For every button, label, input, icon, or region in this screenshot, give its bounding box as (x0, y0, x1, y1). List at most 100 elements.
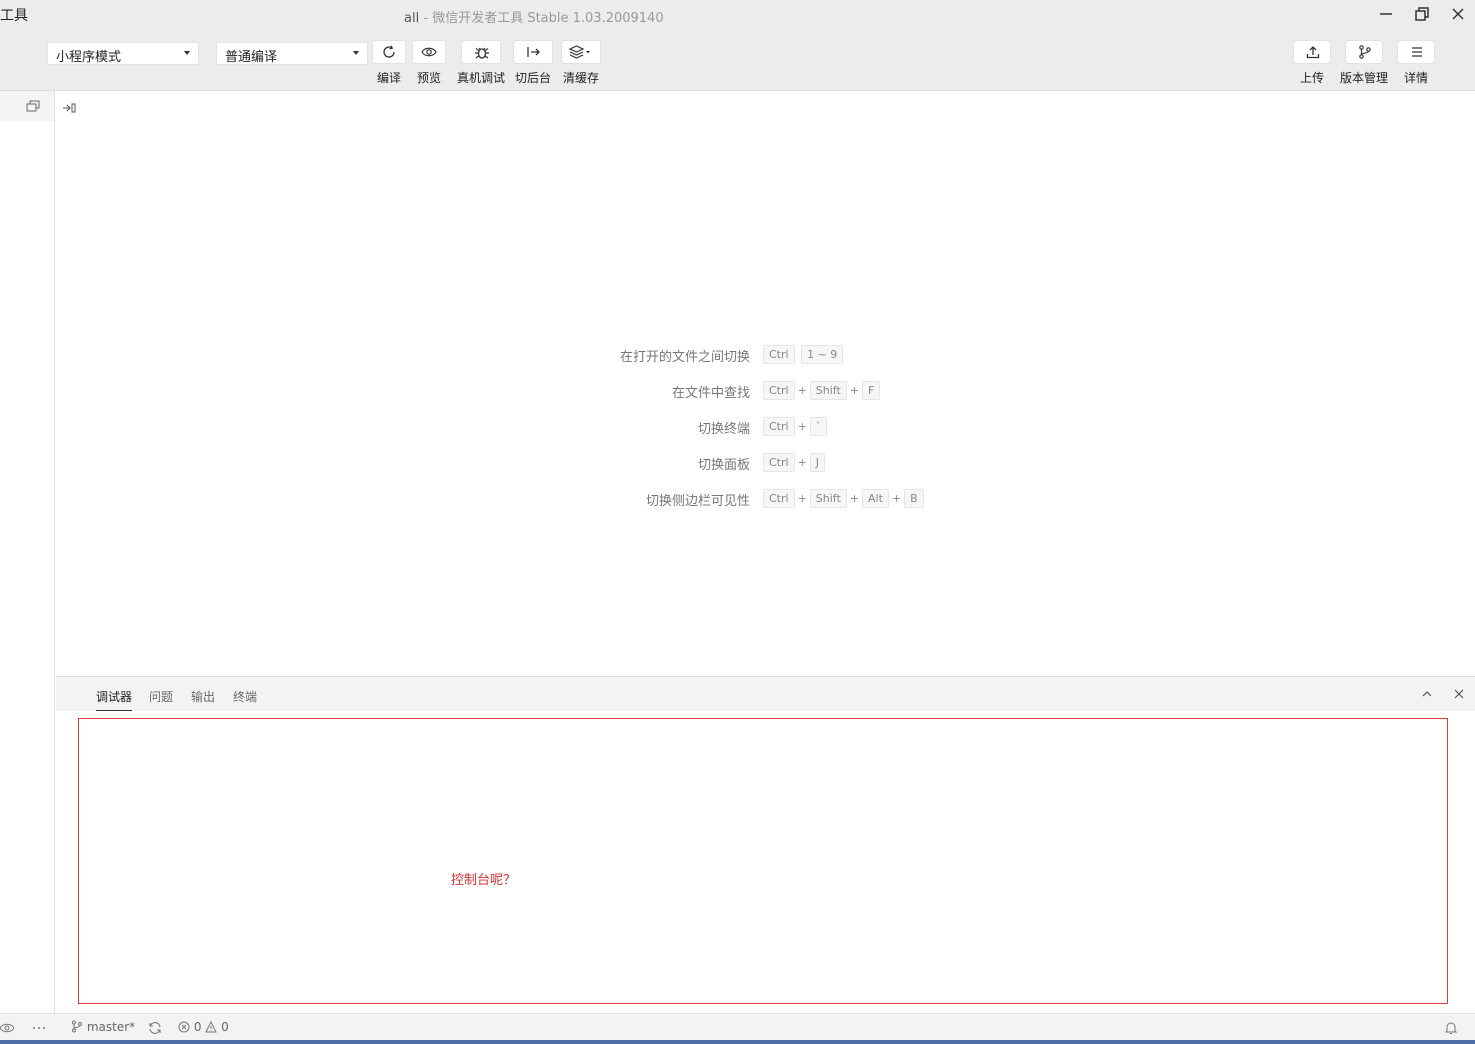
key-cap: Shift (809, 381, 847, 400)
key-cap: Ctrl (763, 381, 795, 400)
key-cap: 1 ~ 9 (801, 345, 844, 364)
chevron-down-icon (184, 51, 190, 55)
branch-indicator[interactable]: master* (71, 1020, 135, 1034)
chevron-down-icon (353, 51, 359, 55)
menu-icon (1412, 47, 1422, 57)
shortcut-row: 在文件中查找 Ctrl + Shift + F (560, 379, 980, 415)
shortcut-hints: 在打开的文件之间切换 Ctrl 1 ~ 9 在文件中查找 Ctrl + Shift +… (560, 343, 980, 523)
minimize-icon (1380, 13, 1392, 15)
mode-select-value: 小程序模式 (56, 50, 122, 65)
app-title: 微信开发者工具 Stable 1.03.2009140 (432, 11, 664, 26)
eye-icon[interactable] (0, 1022, 14, 1034)
warning-icon (205, 1020, 218, 1033)
shortcut-row: 在打开的文件之间切换 Ctrl 1 ~ 9 (560, 343, 980, 379)
activity-header (0, 91, 54, 121)
compile-select[interactable]: 普通编译 (216, 42, 368, 65)
warning-count: 0 (221, 1020, 229, 1034)
details-button[interactable]: 详情 (1388, 40, 1444, 86)
sync-icon[interactable] (148, 1021, 162, 1035)
close-icon (1452, 8, 1464, 20)
shortcut-keys: Ctrl + Shift + Alt + B (763, 489, 924, 508)
tab-terminal[interactable]: 终端 (233, 688, 257, 705)
show-sidebar-button[interactable] (62, 101, 78, 118)
tab-debugger[interactable]: 调试器 (96, 688, 133, 711)
more-icon[interactable] (32, 1026, 46, 1030)
key-cap: Alt (862, 489, 889, 508)
shortcut-label: 切换面板 (697, 458, 750, 473)
toolbar: 小程序模式 普通编译 编译 预览 真机调试 切后台 清缓存 上传 版本管理 详情 (0, 30, 1475, 91)
shortcut-keys: Ctrl 1 ~ 9 (763, 345, 844, 364)
key-plus: + (849, 384, 860, 397)
key-cap: J (809, 453, 826, 472)
status-bar: master* 0 0 (0, 1013, 1475, 1041)
git-branch-icon (1359, 45, 1371, 59)
preview-label: 预览 (416, 71, 441, 85)
upload-label: 上传 (1299, 71, 1324, 85)
clear-cache-button[interactable]: 清缓存 (553, 40, 609, 86)
tab-problems[interactable]: 问题 (149, 688, 173, 705)
window-title: all - 微信开发者工具 Stable 1.03.2009140 (404, 7, 664, 26)
key-cap: Ctrl (763, 489, 795, 508)
minimize-button[interactable] (1368, 0, 1404, 28)
key-cap: Ctrl (763, 453, 795, 472)
panel-header: 调试器 问题 输出 终端 (56, 676, 1475, 711)
close-panel-icon[interactable] (1452, 687, 1466, 701)
version-control-label: 版本管理 (1339, 71, 1388, 85)
upload-icon (1306, 46, 1320, 59)
shortcut-keys: Ctrl + Shift + F (763, 381, 881, 400)
shortcut-label: 切换终端 (697, 422, 750, 437)
bell-icon[interactable] (1445, 1021, 1457, 1035)
shortcut-keys: Ctrl + ` (763, 417, 828, 436)
window-toggle-icon[interactable] (26, 100, 40, 112)
mode-select[interactable]: 小程序模式 (47, 42, 199, 65)
expand-sidebar-icon (63, 103, 76, 113)
eye-icon (421, 47, 437, 57)
taskbar-edge (0, 1040, 1475, 1044)
restore-icon (1415, 7, 1429, 21)
key-cap: B (904, 489, 924, 508)
shortcut-label: 在文件中查找 (671, 386, 750, 401)
upload-button[interactable]: 上传 (1284, 40, 1340, 86)
console-area[interactable]: 控制台呢？ (78, 718, 1448, 1004)
shortcut-label: 切换侧边栏可见性 (645, 494, 750, 509)
shortcut-row: 切换面板 Ctrl + J (560, 451, 980, 487)
activity-bar (0, 91, 55, 1013)
key-cap: ` (809, 417, 828, 436)
maximize-button[interactable] (1404, 0, 1440, 28)
console-message: 控制台呢？ (451, 873, 517, 888)
title-bar: 工具 all - 微信开发者工具 Stable 1.03.2009140 (0, 0, 1475, 30)
key-plus: + (891, 492, 902, 505)
key-plus: + (797, 456, 807, 469)
error-icon (178, 1021, 190, 1033)
shortcut-row: 切换侧边栏可见性 Ctrl + Shift + Alt + B (560, 487, 980, 523)
key-plus: + (797, 492, 807, 505)
shortcut-row: 切换终端 Ctrl + ` (560, 415, 980, 451)
key-plus: + (797, 384, 807, 397)
clear-cache-label: 清缓存 (562, 71, 599, 85)
preview-button[interactable]: 预览 (401, 40, 457, 86)
bug-icon (475, 47, 489, 59)
details-label: 详情 (1403, 71, 1428, 85)
remote-debug-label: 真机调试 (456, 71, 505, 85)
version-control-button[interactable]: 版本管理 (1336, 40, 1392, 86)
branch-name: master* (86, 1020, 136, 1034)
layers-icon (569, 45, 590, 59)
close-window-button[interactable] (1440, 0, 1475, 28)
remote-debug-button[interactable]: 真机调试 (453, 40, 509, 86)
git-branch-icon (72, 1020, 82, 1033)
switch-background-icon (527, 47, 540, 57)
refresh-icon (383, 45, 395, 58)
compile-select-value: 普通编译 (225, 50, 278, 65)
key-plus: + (849, 492, 860, 505)
key-cap: Ctrl (763, 345, 795, 364)
project-name: all (404, 11, 420, 26)
shortcut-keys: Ctrl + J (763, 453, 826, 472)
key-cap: Ctrl (763, 417, 795, 436)
problems-indicator[interactable]: 0 0 (178, 1020, 229, 1034)
key-cap: Shift (809, 489, 847, 508)
shortcut-label: 在打开的文件之间切换 (619, 350, 750, 365)
title-separator: - (423, 11, 429, 26)
key-plus: + (797, 420, 807, 433)
maximize-panel-icon[interactable] (1420, 687, 1434, 701)
tab-output[interactable]: 输出 (191, 688, 215, 705)
